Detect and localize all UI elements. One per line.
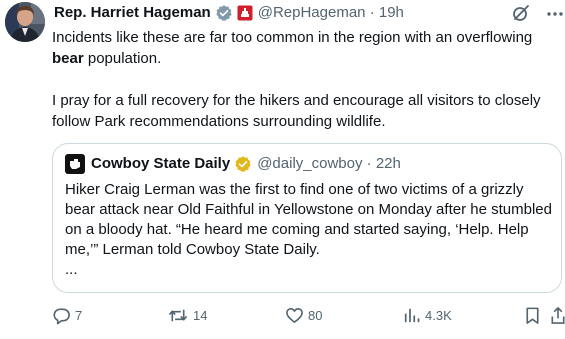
meta-separator: · xyxy=(369,4,375,21)
views-count: 4.3K xyxy=(425,307,452,323)
repost-button[interactable]: 14 xyxy=(167,303,207,327)
quoted-name[interactable]: Cowboy State Daily xyxy=(91,154,230,174)
tweet[interactable]: Rep. Harriet Hageman @RepHageman · 19h I… xyxy=(0,0,565,339)
quoted-tweet[interactable]: Cowboy State Daily @daily_cowboy · 22h H… xyxy=(52,143,562,293)
author-meta: @RepHageman · 19h xyxy=(258,3,404,23)
quoted-time[interactable]: 22h xyxy=(376,155,401,172)
bold-word: bear xyxy=(52,50,84,67)
like-icon[interactable] xyxy=(285,306,304,325)
post-text: Incidents like these are far too common … xyxy=(52,27,557,132)
action-bar: 7 14 80 4.3K xyxy=(52,303,565,327)
bookmark-icon[interactable] xyxy=(523,306,542,325)
bookmark-button[interactable] xyxy=(523,303,542,327)
verified-badge-icon[interactable] xyxy=(234,155,252,173)
repost-icon[interactable] xyxy=(167,306,189,325)
quoted-text: Hiker Craig Lerman was the first to find… xyxy=(65,180,555,280)
views-icon[interactable] xyxy=(402,306,421,325)
post-paragraph-1: Incidents like these are far too common … xyxy=(52,29,533,67)
quoted-handle[interactable]: @daily_cowboy xyxy=(257,155,362,172)
views-button[interactable]: 4.3K xyxy=(402,303,452,327)
post-time[interactable]: 19h xyxy=(379,4,404,21)
post-paragraph-2: I pray for a full recovery for the hiker… xyxy=(52,92,541,130)
quoted-body: Hiker Craig Lerman was the first to find… xyxy=(65,181,552,258)
reply-button[interactable]: 7 xyxy=(52,303,82,327)
more-icon[interactable] xyxy=(545,3,565,23)
house-badge-icon[interactable] xyxy=(237,5,253,21)
author-name[interactable]: Rep. Harriet Hageman xyxy=(54,3,211,23)
author-handle[interactable]: @RepHageman xyxy=(258,4,366,21)
quoted-avatar[interactable] xyxy=(65,154,85,174)
quoted-meta: @daily_cowboy · 22h xyxy=(257,154,401,174)
quoted-header: Cowboy State Daily @daily_cowboy · 22h xyxy=(65,154,401,174)
repost-count: 14 xyxy=(193,307,208,323)
quoted-ellipsis: ... xyxy=(65,261,78,278)
share-icon[interactable] xyxy=(551,306,565,325)
share-button[interactable] xyxy=(551,303,565,327)
verified-badge-icon[interactable] xyxy=(215,4,233,22)
avatar[interactable] xyxy=(5,2,45,42)
like-count: 80 xyxy=(308,307,323,323)
header-actions xyxy=(511,2,565,24)
tweet-header: Rep. Harriet Hageman @RepHageman · 19h xyxy=(54,3,404,23)
reply-count: 7 xyxy=(75,307,83,323)
like-button[interactable]: 80 xyxy=(285,303,322,327)
meta-separator: · xyxy=(366,155,372,172)
reply-icon[interactable] xyxy=(52,306,71,325)
grok-icon[interactable] xyxy=(511,3,531,23)
